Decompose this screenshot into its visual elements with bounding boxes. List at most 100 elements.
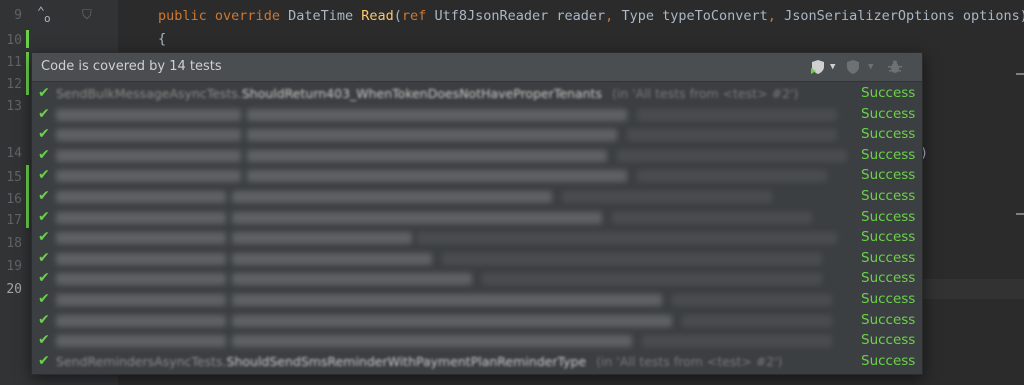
line-number: 14 — [6, 146, 22, 161]
error-stripe-mark[interactable] — [1016, 213, 1024, 215]
test-row[interactable]: ✔ Success — [32, 124, 922, 145]
check-icon: ✔ — [38, 105, 50, 122]
redacted-test-method — [247, 108, 627, 121]
keyword: override — [214, 8, 280, 24]
redacted-test-location — [672, 293, 832, 306]
dropdown-icon[interactable]: ▼ — [868, 58, 873, 76]
test-row[interactable]: ✔ Success — [32, 310, 922, 331]
redacted-test-location — [682, 314, 832, 327]
run-coverage-button[interactable] — [810, 58, 826, 76]
coverage-shield-button[interactable] — [846, 58, 860, 76]
status-success: Success — [861, 270, 916, 287]
test-row[interactable]: ✔ Success — [32, 227, 922, 248]
test-class: SendBulkMessageAsyncTests. — [56, 86, 242, 101]
type-name: JsonSerializerOptions — [784, 8, 955, 24]
check-icon: ✔ — [38, 126, 50, 143]
redacted-test-method — [232, 232, 412, 245]
bookmark-shield-icon[interactable]: ⛉ — [82, 8, 92, 23]
line-number: 11 — [6, 55, 22, 70]
redacted-test-location — [642, 335, 832, 348]
popup-header: Code is covered by 14 tests ▼ ▼ — [32, 53, 922, 82]
status-success: Success — [861, 229, 916, 246]
test-location: (in 'All tests from <test> #2') — [596, 353, 783, 369]
redacted-test-location — [417, 232, 837, 245]
test-location: (in 'All tests from <test> #2') — [611, 86, 799, 101]
check-icon: ✔ — [38, 270, 50, 287]
status-success: Success — [861, 126, 916, 143]
redacted-test-method — [232, 293, 662, 306]
redacted-test-location — [627, 129, 837, 142]
test-method: ShouldSendSmsReminderWithPaymentPlanRemi… — [226, 353, 587, 369]
status-success: Success — [861, 146, 916, 163]
comma: , — [605, 8, 614, 24]
test-row[interactable]: ✔ Success — [32, 186, 922, 207]
test-row[interactable]: ✔ Success — [32, 207, 922, 228]
debug-button[interactable] — [888, 58, 902, 76]
redacted-test-class — [56, 108, 241, 121]
check-icon: ✔ — [38, 229, 50, 246]
check-icon: ✔ — [38, 249, 50, 266]
line-number: 16 — [6, 192, 22, 207]
test-row[interactable]: ✔ Success — [32, 145, 922, 166]
status-success: Success — [861, 332, 916, 349]
redacted-test-class — [56, 211, 226, 224]
redacted-test-class — [56, 252, 226, 265]
test-row[interactable]: ✔ Success — [32, 104, 922, 125]
line-number: 12 — [6, 77, 22, 92]
redacted-test-location — [637, 108, 837, 121]
test-list: ✔ SendBulkMessageAsyncTests.ShouldReturn… — [32, 83, 922, 371]
check-icon: ✔ — [38, 85, 50, 101]
line-number: 18 — [6, 236, 22, 251]
line-number: 13 — [6, 99, 22, 114]
type-name: Type — [621, 8, 654, 24]
line-number: 10 — [6, 33, 22, 48]
debug-icon — [888, 60, 902, 73]
error-stripe-mark[interactable] — [1016, 73, 1024, 75]
coverage-marker[interactable] — [26, 30, 29, 48]
line-number: 9 — [14, 8, 22, 23]
param-name: reader — [556, 8, 606, 24]
test-row[interactable]: ✔ SendRemindersAsyncTests.ShouldSendSmsR… — [32, 351, 922, 372]
type-name: DateTime — [288, 8, 354, 24]
coverage-marker[interactable] — [26, 52, 29, 95]
status-success: Success — [861, 249, 916, 266]
test-row[interactable]: ✔ Success — [32, 330, 922, 351]
method-name: Read — [361, 8, 394, 24]
redacted-test-location — [482, 273, 822, 286]
redacted-test-class — [56, 170, 241, 183]
coverage-marker[interactable] — [26, 165, 29, 228]
redacted-test-location — [442, 252, 822, 265]
redacted-test-class — [56, 273, 226, 286]
status-success: Success — [861, 187, 916, 204]
line-number: 19 — [6, 259, 22, 274]
shield-icon — [847, 60, 859, 74]
test-class: SendRemindersAsyncTests. — [56, 353, 227, 369]
check-icon: ✔ — [38, 332, 50, 349]
comma: , — [767, 8, 776, 24]
redacted-test-method — [247, 129, 617, 142]
redacted-test-location — [617, 149, 847, 162]
check-icon: ✔ — [38, 146, 50, 163]
popup-title: Code is covered by 14 tests — [41, 59, 222, 74]
dropdown-icon[interactable]: ▼ — [830, 58, 835, 76]
code-line-10[interactable]: { — [158, 31, 166, 47]
test-method: ShouldReturn403_WhenTokenDoesNotHaveProp… — [241, 86, 602, 101]
redacted-test-method — [232, 252, 432, 265]
status-success: Success — [861, 167, 916, 184]
param-name: typeToConvert — [662, 8, 768, 24]
test-name: SendRemindersAsyncTests.ShouldSendSmsRem… — [56, 354, 783, 369]
paren: ) — [1020, 8, 1024, 24]
keyword: ref — [401, 8, 427, 24]
redacted-test-class — [56, 232, 226, 245]
keyword: public — [158, 8, 207, 24]
test-row[interactable]: ✔ SendBulkMessageAsyncTests.ShouldReturn… — [32, 83, 922, 104]
test-row[interactable]: ✔ Success — [32, 268, 922, 289]
test-row[interactable]: ✔ Success — [32, 289, 922, 310]
redacted-test-location — [562, 190, 772, 203]
code-line-9[interactable]: public override DateTime Read(ref Utf8Js… — [158, 8, 1024, 24]
test-row[interactable]: ✔ Success — [32, 248, 922, 269]
status-success: Success — [861, 105, 916, 122]
test-row[interactable]: ✔ Success — [32, 165, 922, 186]
redacted-test-method — [232, 211, 602, 224]
implementation-marker-icon[interactable]: o — [44, 12, 51, 25]
